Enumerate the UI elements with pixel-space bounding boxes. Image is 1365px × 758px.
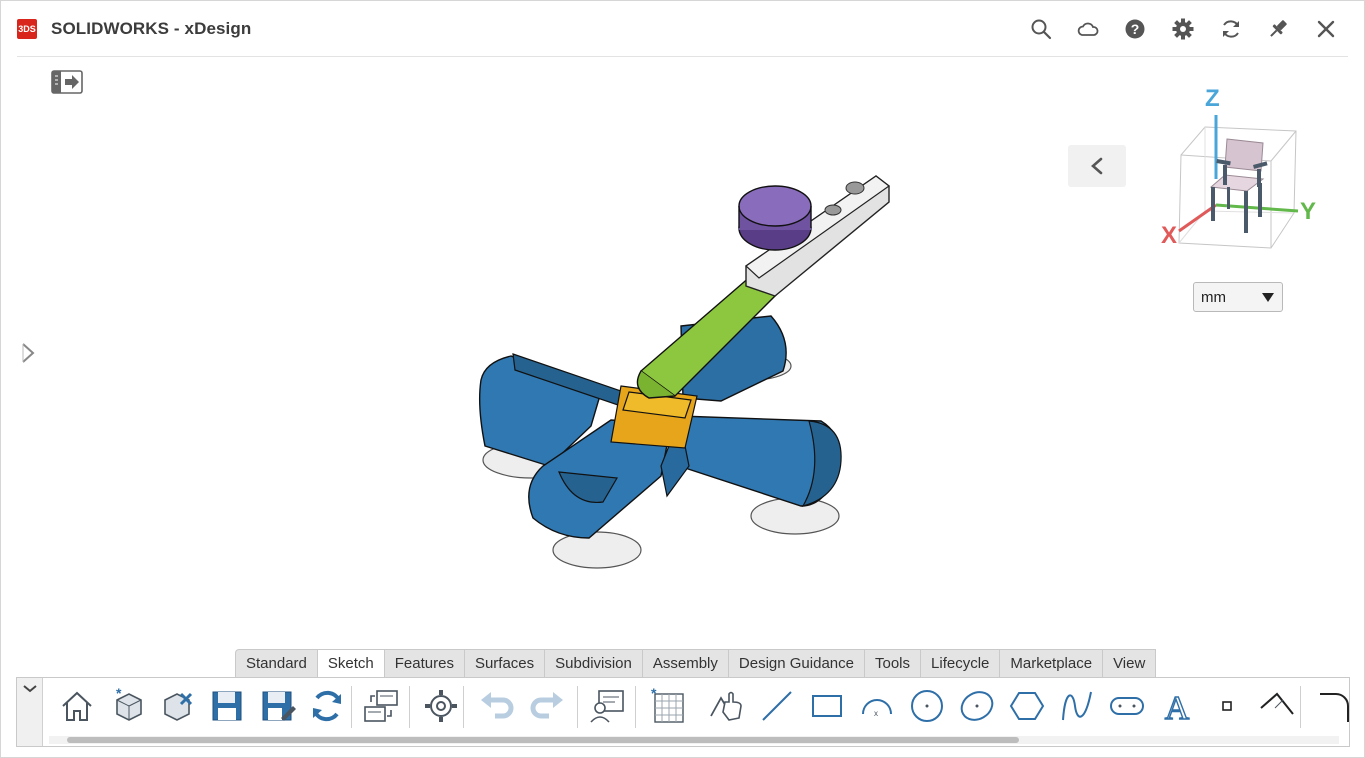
tab-sketch[interactable]: Sketch bbox=[316, 649, 385, 677]
replace-icon[interactable] bbox=[361, 686, 401, 726]
pin-icon[interactable] bbox=[1266, 17, 1290, 41]
app-window: 3DS SOLIDWORKS - xDesign ? Z X Y mm Stan… bbox=[0, 0, 1365, 758]
tab-features[interactable]: Features bbox=[383, 649, 465, 677]
toolbar-separator bbox=[635, 686, 636, 728]
tab-tools[interactable]: Tools bbox=[863, 649, 922, 677]
toolbar-separator bbox=[577, 686, 578, 728]
app-logo: 3DS bbox=[17, 19, 37, 39]
gear-icon[interactable] bbox=[1171, 17, 1195, 41]
undo-icon[interactable] bbox=[477, 686, 517, 726]
units-select[interactable]: mm bbox=[1193, 282, 1283, 312]
help-icon[interactable]: ? bbox=[1123, 17, 1147, 41]
ellipse-icon[interactable] bbox=[957, 686, 997, 726]
circle-icon[interactable] bbox=[907, 686, 947, 726]
save-as-icon[interactable] bbox=[257, 686, 297, 726]
units-value: mm bbox=[1201, 289, 1226, 306]
collapse-panel-button[interactable] bbox=[1068, 145, 1126, 187]
feedback-icon[interactable] bbox=[587, 686, 627, 726]
slot-icon[interactable] bbox=[1107, 686, 1147, 726]
toolbar-separator bbox=[463, 686, 464, 728]
rectangle-icon[interactable] bbox=[807, 686, 847, 726]
title-divider bbox=[17, 56, 1348, 57]
polygon-icon[interactable] bbox=[1007, 686, 1047, 726]
3d-model[interactable] bbox=[471, 166, 901, 576]
tab-lifecycle[interactable]: Lifecycle bbox=[920, 649, 1001, 677]
text-icon[interactable]: A bbox=[1157, 686, 1197, 727]
tab-subdivision[interactable]: Subdivision bbox=[544, 649, 643, 677]
axis-label-z: Z bbox=[1205, 85, 1220, 112]
view-cube[interactable]: Z X Y bbox=[1153, 83, 1333, 253]
select-sketch-icon[interactable] bbox=[707, 686, 747, 726]
svg-text:*: * bbox=[116, 686, 122, 701]
spline-icon[interactable] bbox=[1057, 686, 1097, 726]
construction-icon[interactable] bbox=[1257, 686, 1297, 726]
home-icon[interactable] bbox=[57, 686, 97, 726]
close-icon[interactable] bbox=[1314, 17, 1338, 41]
axis-label-x: X bbox=[1161, 222, 1178, 249]
search-icon[interactable] bbox=[1029, 17, 1053, 41]
toolbar-separator bbox=[351, 686, 352, 728]
scrollbar-thumb[interactable] bbox=[67, 737, 1019, 743]
app-title: SOLIDWORKS - xDesign bbox=[51, 19, 252, 38]
toolbar-tabs: Standard Sketch Features Surfaces Subdivisio… bbox=[235, 649, 1157, 677]
line-icon[interactable] bbox=[757, 686, 797, 726]
grid-icon[interactable]: * bbox=[647, 685, 687, 726]
svg-text:A: A bbox=[1165, 690, 1190, 726]
tab-standard[interactable]: Standard bbox=[235, 649, 318, 677]
svg-text:*: * bbox=[651, 686, 657, 701]
axis-label-y: Y bbox=[1300, 198, 1317, 225]
redo-icon[interactable] bbox=[527, 686, 567, 726]
toolbar-collapse-button[interactable] bbox=[17, 678, 43, 746]
save-icon[interactable] bbox=[207, 686, 247, 726]
tab-marketplace[interactable]: Marketplace bbox=[999, 649, 1104, 677]
tab-assembly[interactable]: Assembly bbox=[641, 649, 729, 677]
tab-design-guidance[interactable]: Design Guidance bbox=[727, 649, 865, 677]
svg-text:?: ? bbox=[1131, 21, 1140, 37]
expand-left-icon[interactable] bbox=[19, 341, 39, 365]
title-bar: 3DS SOLIDWORKS - xDesign ? bbox=[1, 1, 1364, 57]
new-part-icon[interactable]: * bbox=[107, 685, 147, 726]
delete-part-icon[interactable] bbox=[157, 686, 197, 726]
toolbar-separator bbox=[409, 686, 410, 728]
tab-view[interactable]: View bbox=[1102, 649, 1157, 677]
refresh-icon[interactable] bbox=[1219, 17, 1243, 41]
chevron-down-icon bbox=[1262, 293, 1274, 302]
arc-icon[interactable]: x bbox=[857, 686, 897, 726]
point-icon[interactable] bbox=[1207, 686, 1247, 726]
cloud-icon[interactable] bbox=[1076, 17, 1100, 41]
fillet-icon[interactable] bbox=[1312, 686, 1352, 726]
settings-icon[interactable] bbox=[421, 686, 461, 726]
panel-toggle-icon[interactable] bbox=[51, 70, 83, 94]
tab-surfaces[interactable]: Surfaces bbox=[463, 649, 546, 677]
toolbar-scrollbar[interactable] bbox=[49, 736, 1341, 744]
toolbar-separator bbox=[1300, 686, 1301, 728]
svg-text:x: x bbox=[874, 709, 878, 718]
rebuild-icon[interactable] bbox=[307, 686, 347, 726]
